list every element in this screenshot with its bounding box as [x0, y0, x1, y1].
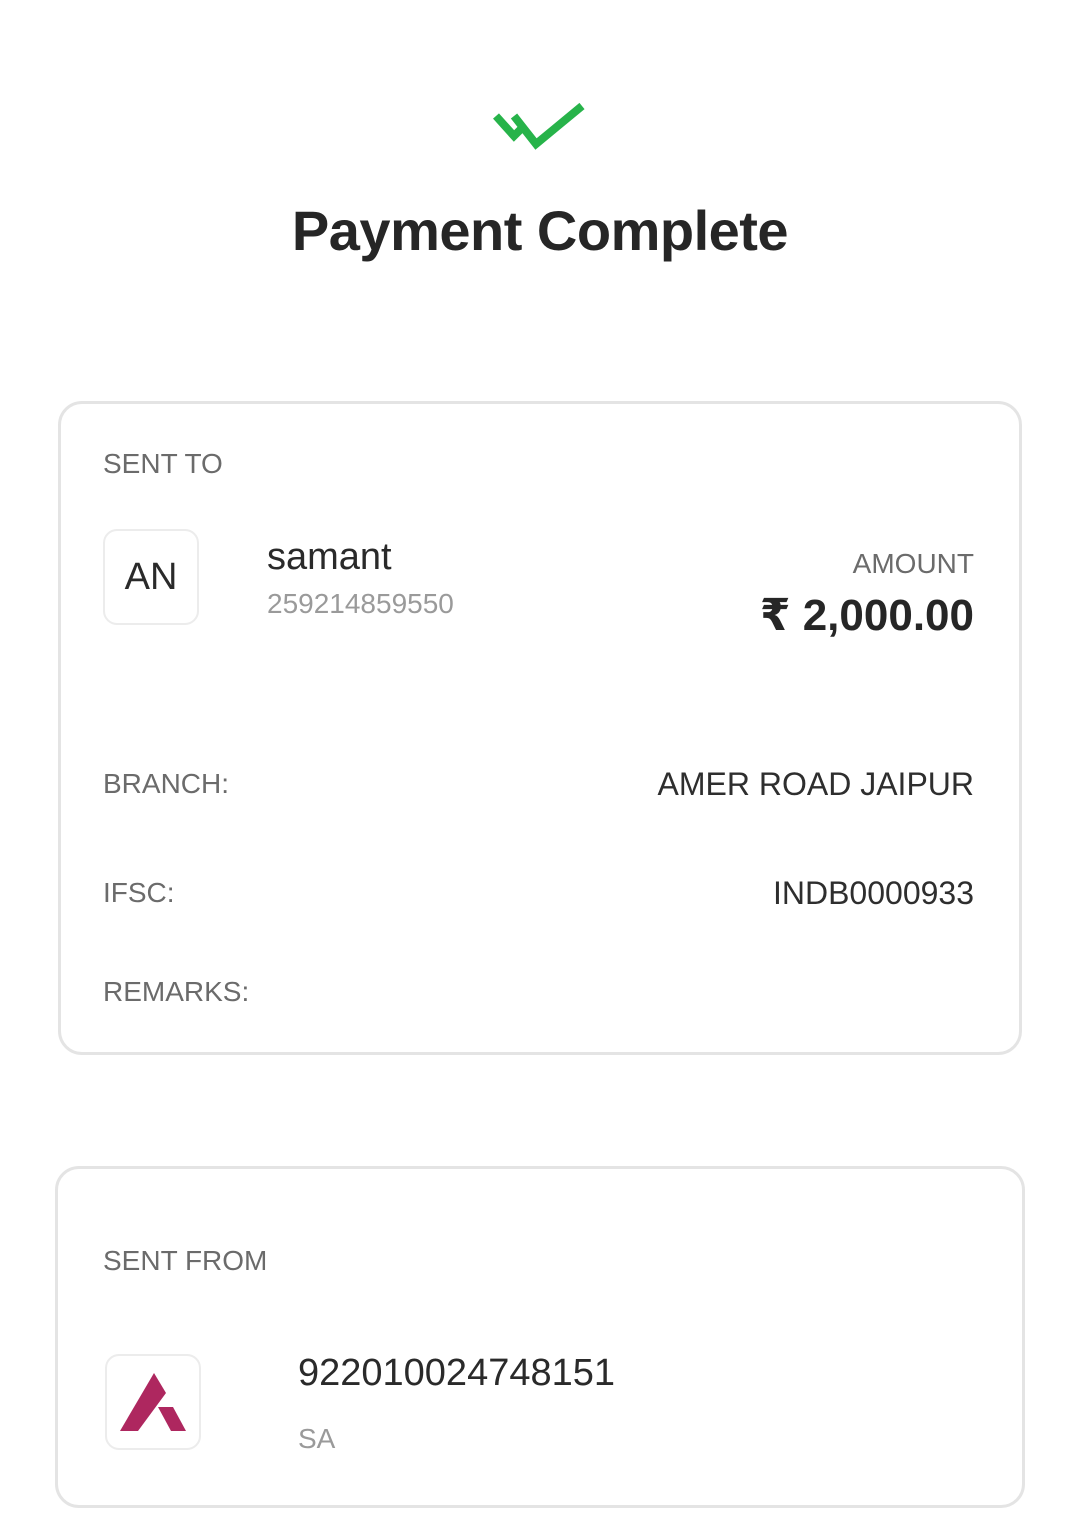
sender-account-type: SA [298, 1423, 336, 1454]
sender-account-number: 922010024748151 [298, 1352, 616, 1394]
remarks-label: REMARKS: [103, 976, 250, 1007]
double-check-icon [493, 102, 585, 150]
amount-label: AMOUNT [852, 548, 974, 579]
payee-account-number: 259214859550 [267, 588, 454, 619]
axis-bank-logo-icon [120, 1373, 186, 1431]
sent-from-label: SENT FROM [103, 1245, 268, 1276]
amount-value: ₹ 2,000.00 [759, 591, 974, 640]
sent-from-card: SENT FROM 922010024748151 SA [55, 1166, 1025, 1508]
ifsc-label: IFSC: [103, 877, 175, 908]
payee-avatar-initials: AN [124, 555, 178, 598]
page-title: Payment Complete [291, 199, 789, 262]
sent-to-card: SENT TO AN samant 259214859550 AMOUNT ₹ … [58, 401, 1022, 1055]
payee-avatar: AN [103, 529, 199, 625]
payee-name: samant [267, 536, 392, 578]
branch-label: BRANCH: [103, 768, 230, 799]
bank-logo [105, 1354, 201, 1450]
ifsc-value: INDB0000933 [772, 875, 974, 911]
sent-to-label: SENT TO [103, 448, 223, 479]
branch-value: AMER ROAD JAIPUR [657, 766, 974, 802]
